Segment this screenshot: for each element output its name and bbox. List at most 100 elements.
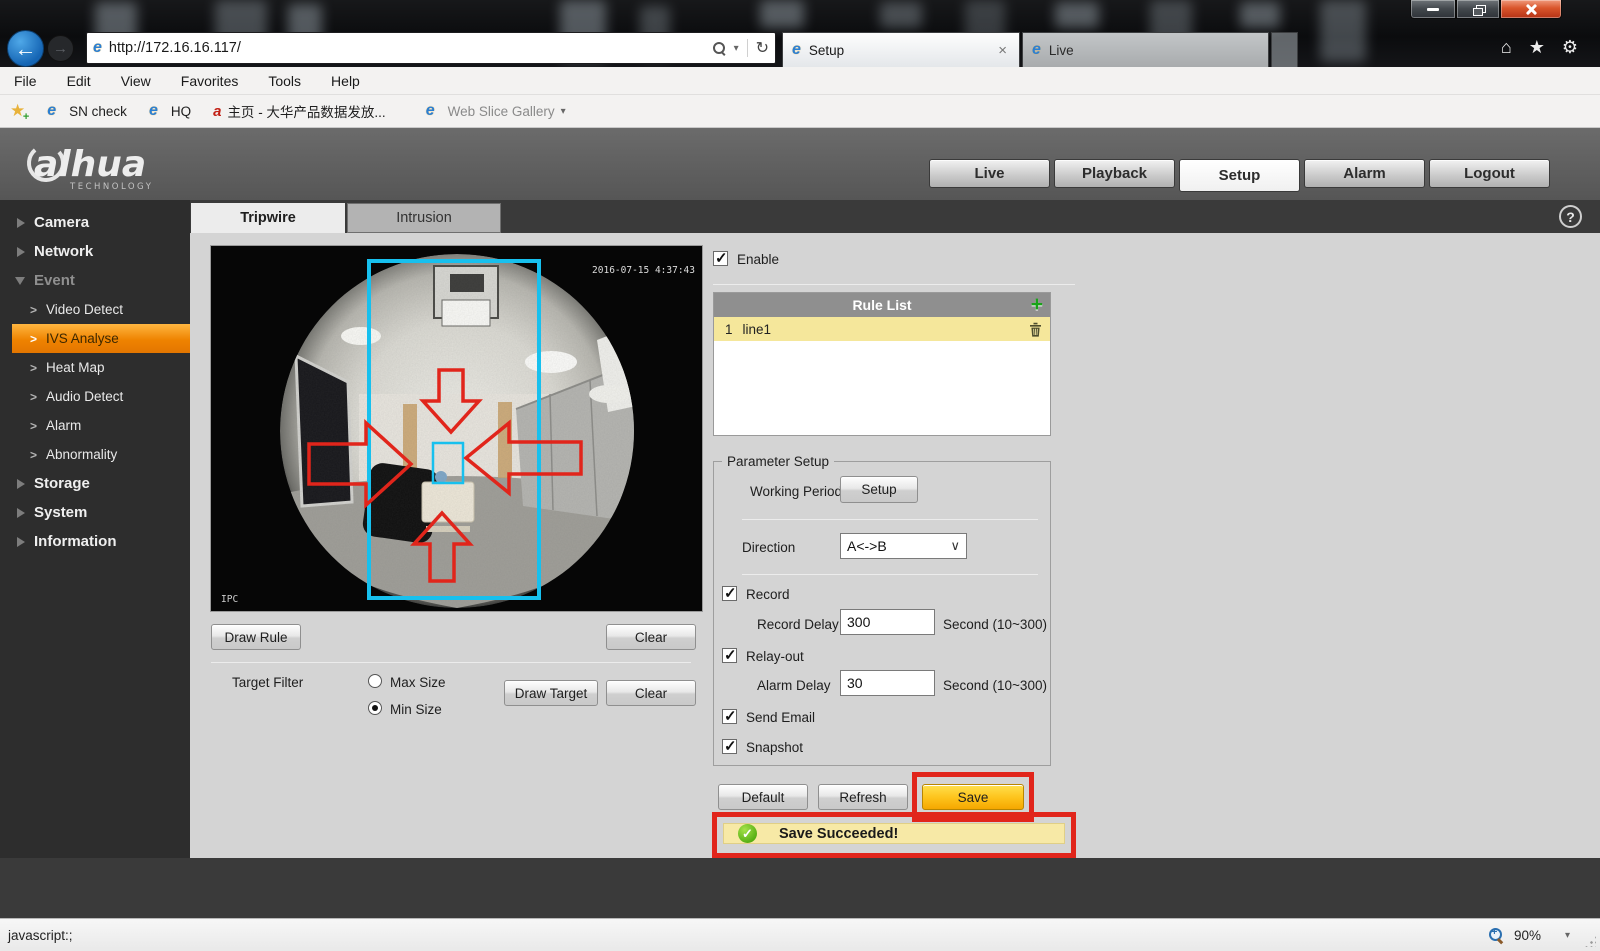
browser-tab-setup[interactable]: e Setup × xyxy=(782,32,1020,67)
favorite-hq[interactable]: eHQ xyxy=(149,103,191,119)
tab-tripwire[interactable]: Tripwire xyxy=(191,203,345,233)
restore-icon xyxy=(1473,5,1484,14)
sidebar-item-event[interactable]: Event xyxy=(0,266,190,295)
zoom-dropdown-icon[interactable]: ▾ xyxy=(1565,930,1570,941)
nav-setup-button[interactable]: Setup xyxy=(1179,159,1300,192)
ie-page-icon: e xyxy=(93,40,102,56)
sidebar-item-video-detect[interactable]: >Video Detect xyxy=(0,295,190,324)
sidebar-item-heat-map[interactable]: >Heat Map xyxy=(0,353,190,382)
address-dropdown-icon[interactable]: ▾ xyxy=(734,43,739,54)
help-icon[interactable]: ? xyxy=(1559,205,1582,228)
menu-bar: File Edit View Favorites Tools Help xyxy=(0,67,1600,95)
zoom-level[interactable]: 90% xyxy=(1514,928,1541,943)
nav-live-button[interactable]: Live xyxy=(929,159,1050,188)
favorites-star-icon[interactable]: ★ xyxy=(1529,38,1545,56)
logo-text: alhua xyxy=(34,144,146,185)
sidebar-item-information[interactable]: Information xyxy=(0,527,190,556)
forward-button[interactable]: → xyxy=(47,35,74,62)
content-tab-strip: Tripwire Intrusion ? xyxy=(190,200,1600,233)
select-caret-icon: ∨ xyxy=(950,538,960,554)
enable-checkbox[interactable] xyxy=(713,251,728,266)
rule-list: Rule List + 1 line1 xyxy=(713,292,1051,436)
sidebar-item-camera[interactable]: Camera xyxy=(0,208,190,237)
back-button[interactable]: ← xyxy=(7,30,44,67)
refresh-icon[interactable]: ↻ xyxy=(756,38,769,58)
alarm-delay-label: Alarm Delay xyxy=(757,678,831,693)
snapshot-label: Snapshot xyxy=(746,740,803,755)
settings-gear-icon[interactable]: ⚙ xyxy=(1562,38,1578,56)
minimize-button[interactable] xyxy=(1410,0,1456,19)
record-delay-input[interactable] xyxy=(840,609,935,635)
draw-rule-button[interactable]: Draw Rule xyxy=(211,624,301,650)
draw-target-button[interactable]: Draw Target xyxy=(504,680,598,706)
clear-rule-button[interactable]: Clear xyxy=(606,624,696,650)
direction-select[interactable]: A<->B ∨ xyxy=(840,533,967,559)
relay-out-checkbox[interactable] xyxy=(722,648,737,663)
snapshot-checkbox[interactable] xyxy=(722,739,737,754)
search-icon[interactable] xyxy=(713,42,726,55)
ie-tab-icon: e xyxy=(1032,42,1041,58)
menu-help[interactable]: Help xyxy=(331,73,360,89)
menu-file[interactable]: File xyxy=(14,73,37,89)
home-icon[interactable]: ⌂ xyxy=(1501,38,1512,56)
browser-navigation-bar: ← → e http://172.16.16.117/ ▾ ↻ e Setup … xyxy=(0,28,1600,67)
nav-playback-button[interactable]: Playback xyxy=(1054,159,1175,188)
sidebar-item-storage[interactable]: Storage xyxy=(0,469,190,498)
dahua-site-icon: a xyxy=(213,103,221,120)
clear-target-button[interactable]: Clear xyxy=(606,680,696,706)
sidebar-item-alarm[interactable]: >Alarm xyxy=(0,411,190,440)
nav-alarm-button[interactable]: Alarm xyxy=(1304,159,1425,188)
favorites-bar: ★+ eSN check eHQ a主页 - 大华产品数据发放... eWeb … xyxy=(0,95,1600,128)
favorite-sn-check[interactable]: eSN check xyxy=(47,103,127,119)
chevron-down-icon: ▾ xyxy=(561,106,566,117)
url-text[interactable]: http://172.16.16.117/ xyxy=(109,40,713,56)
send-email-checkbox[interactable] xyxy=(722,709,737,724)
record-checkbox[interactable] xyxy=(722,586,737,601)
rule-number: 1 xyxy=(725,322,733,337)
chevron-icon: > xyxy=(30,390,37,404)
restore-button[interactable] xyxy=(1456,0,1500,19)
add-favorite-icon[interactable]: ★+ xyxy=(10,101,25,121)
rule-row[interactable]: 1 line1 xyxy=(714,317,1050,341)
video-preview[interactable]: 2016-07-15 4:37:43 IPC xyxy=(210,245,703,612)
new-tab-stub[interactable] xyxy=(1271,32,1298,67)
direction-label: Direction xyxy=(742,540,795,555)
close-button[interactable] xyxy=(1500,0,1562,19)
nav-logout-button[interactable]: Logout xyxy=(1429,159,1550,188)
menu-edit[interactable]: Edit xyxy=(67,73,91,89)
max-size-radio[interactable] xyxy=(368,674,382,688)
default-button[interactable]: Default xyxy=(718,784,808,810)
sidebar-item-audio-detect[interactable]: >Audio Detect xyxy=(0,382,190,411)
sidebar-item-system[interactable]: System xyxy=(0,498,190,527)
add-rule-icon[interactable]: + xyxy=(1031,293,1043,316)
working-period-setup-button[interactable]: Setup xyxy=(840,476,918,503)
tab-intrusion[interactable]: Intrusion xyxy=(347,203,501,233)
status-link-text: javascript:; xyxy=(8,928,73,943)
menu-view[interactable]: View xyxy=(121,73,151,89)
sidebar-item-network[interactable]: Network xyxy=(0,237,190,266)
zoom-icon[interactable]: + xyxy=(1489,928,1504,943)
min-size-radio[interactable] xyxy=(368,701,382,715)
camera-label: IPC xyxy=(221,594,238,605)
sidebar-item-abnormality[interactable]: >Abnormality xyxy=(0,440,190,469)
refresh-button[interactable]: Refresh xyxy=(818,784,908,810)
direction-value: A<->B xyxy=(847,538,887,554)
save-button[interactable]: Save xyxy=(922,784,1024,810)
forward-arrow-icon: → xyxy=(53,40,68,57)
collapse-arrow-icon xyxy=(15,277,25,285)
tab-close-icon[interactable]: × xyxy=(995,42,1010,59)
chevron-icon: > xyxy=(30,448,37,462)
delete-rule-icon[interactable] xyxy=(1029,322,1042,340)
browser-tab-live[interactable]: e Live xyxy=(1022,32,1269,67)
address-bar[interactable]: e http://172.16.16.117/ ▾ ↻ xyxy=(86,32,776,64)
sidebar-item-ivs-analyse[interactable]: >IVS Analyse xyxy=(12,324,190,353)
dahua-logo: alhua TECHNOLOGY xyxy=(12,136,212,197)
alarm-delay-input[interactable] xyxy=(840,670,935,696)
record-delay-unit: Second (10~300) xyxy=(943,617,1047,632)
menu-favorites[interactable]: Favorites xyxy=(181,73,239,89)
rule-name: line1 xyxy=(743,322,772,337)
favorite-web-slice-gallery[interactable]: eWeb Slice Gallery▾ xyxy=(426,103,566,119)
favorite-dahua-home[interactable]: a主页 - 大华产品数据发放... xyxy=(213,101,386,121)
menu-tools[interactable]: Tools xyxy=(268,73,301,89)
resize-grip[interactable] xyxy=(1584,935,1596,947)
